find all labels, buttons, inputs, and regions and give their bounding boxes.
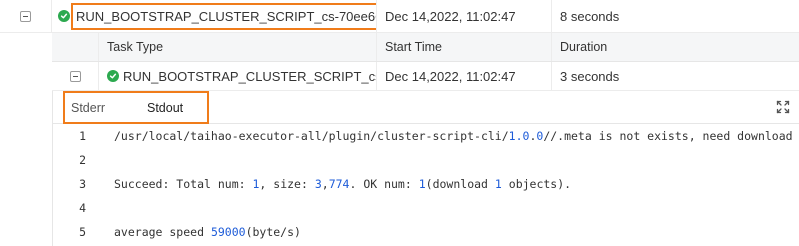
- subtask-row: RUN_BOOTSTRAP_CLUSTER_SCRIPT_cs-... Dec …: [52, 62, 799, 91]
- header-expand-cell: [52, 33, 99, 61]
- subrow-start-time-cell: Dec 14,2022, 11:02:47: [377, 62, 552, 90]
- code-line: 5 average speed 59000(byte/s): [53, 220, 799, 244]
- line-number: 3: [79, 177, 86, 191]
- line-number: 5: [79, 225, 86, 239]
- subtask-duration: 3 seconds: [560, 68, 620, 84]
- code-text: /usr/local/taihao-executor-all/plugin/cl…: [114, 129, 793, 143]
- number-token: 1.0: [508, 129, 530, 143]
- code-line: 4: [53, 196, 799, 220]
- task-name[interactable]: RUN_BOOTSTRAP_CLUSTER_SCRIPT_cs-70ee66..…: [76, 9, 376, 24]
- text-token: Succeed: Total num:: [114, 177, 253, 191]
- subtask-start-time: Dec 14,2022, 11:02:47: [385, 68, 516, 84]
- log-tabs-highlight: Stderr Stdout: [63, 91, 209, 124]
- code-text: average speed 59000(byte/s): [114, 225, 301, 239]
- number-token: 3: [314, 177, 322, 191]
- task-name-highlight: RUN_BOOTSTRAP_CLUSTER_SCRIPT_cs-70ee66..…: [71, 2, 376, 30]
- subtable-header: Task Type Start Time Duration: [52, 33, 799, 62]
- success-check-icon: [58, 10, 70, 22]
- number-token: 1: [418, 177, 426, 191]
- text-token: //.meta is not exists, need download: [543, 129, 793, 143]
- expand-cell: [0, 0, 52, 32]
- number-token: 59000: [210, 225, 246, 239]
- success-check-icon: [107, 70, 119, 82]
- duration: 8 seconds: [560, 8, 620, 24]
- subtable-gutter: [0, 33, 52, 91]
- subrow-task-type-cell: RUN_BOOTSTRAP_CLUSTER_SCRIPT_cs-...: [99, 62, 377, 90]
- header-duration-cell: Duration: [552, 33, 799, 61]
- log-tabs-bar: Stderr Stdout: [53, 91, 799, 124]
- tab-stderr[interactable]: Stderr: [71, 93, 105, 122]
- number-token: 774: [328, 177, 350, 191]
- subrow-expand-cell: [52, 62, 99, 90]
- collapse-icon[interactable]: [69, 70, 81, 82]
- code-line: 1/usr/local/taihao-executor-all/plugin/c…: [53, 124, 799, 148]
- subtask-table: Task Type Start Time Duration RUN_BOOTST…: [0, 33, 799, 246]
- text-token: ,: [321, 177, 329, 191]
- header-duration: Duration: [560, 40, 608, 54]
- header-task-type: Task Type: [107, 40, 164, 54]
- text-token: objects).: [501, 177, 572, 191]
- header-task-type-cell: Task Type: [99, 33, 377, 61]
- text-token: (download: [425, 177, 495, 191]
- log-panel: Stderr Stdout 1/usr/local/taihao-executo…: [52, 91, 799, 246]
- stdout-code-view: 1/usr/local/taihao-executor-all/plugin/c…: [53, 124, 799, 246]
- line-number: 2: [79, 153, 86, 167]
- start-time: Dec 14,2022, 11:02:47: [385, 8, 516, 24]
- subrow-duration-cell: 3 seconds: [552, 62, 799, 90]
- text-token: average speed: [114, 225, 211, 239]
- header-start-time: Start Time: [385, 40, 442, 54]
- subtask-type[interactable]: RUN_BOOTSTRAP_CLUSTER_SCRIPT_cs-...: [123, 69, 376, 84]
- text-token: . OK num:: [349, 177, 419, 191]
- text-token: /usr/local/taihao-executor-all/plugin/cl…: [114, 129, 509, 143]
- header-start-time-cell: Start Time: [377, 33, 552, 61]
- text-token: (byte/s): [245, 225, 301, 239]
- task-row: RUN_BOOTSTRAP_CLUSTER_SCRIPT_cs-70ee66..…: [0, 0, 799, 33]
- fullscreen-expand-icon[interactable]: [776, 100, 790, 114]
- line-number: 1: [79, 129, 86, 143]
- number-token: 1: [494, 177, 502, 191]
- duration-cell: 8 seconds: [552, 0, 799, 32]
- task-name-cell: RUN_BOOTSTRAP_CLUSTER_SCRIPT_cs-70ee66..…: [52, 0, 377, 32]
- tab-stdout[interactable]: Stdout: [147, 93, 183, 122]
- collapse-icon[interactable]: [20, 10, 31, 22]
- line-number: 4: [79, 201, 86, 215]
- code-line: 2: [53, 148, 799, 172]
- code-text: Succeed: Total num: 1 , size: 3,774. OK n…: [114, 177, 571, 191]
- code-line: 3 Succeed: Total num: 1 , size: 3,774. OK …: [53, 172, 799, 196]
- start-time-cell: Dec 14,2022, 11:02:47: [377, 0, 552, 32]
- text-token: , size:: [259, 177, 315, 191]
